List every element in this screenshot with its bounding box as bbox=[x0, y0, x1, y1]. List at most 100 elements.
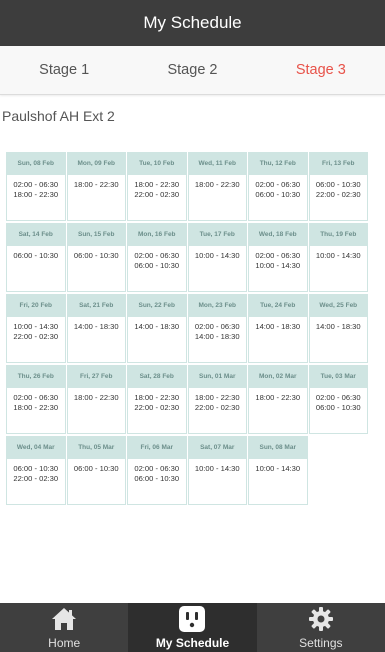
tab-stage-2[interactable]: Stage 2 bbox=[128, 46, 256, 94]
schedule-day-cell: Thu, 05 Mar 06:00 - 10:30 bbox=[66, 436, 127, 507]
schedule-day-cell: Tue, 03 Mar 02:00 - 06:30 06:00 - 10:30 bbox=[308, 365, 369, 436]
schedule-day-cell: Fri, 13 Feb 06:00 - 10:30 22:00 - 02:30 bbox=[308, 152, 369, 223]
schedule-day-cell: Fri, 06 Mar 02:00 - 06:30 06:00 - 10:30 bbox=[127, 436, 188, 507]
time-slot: 18:00 - 22:30 bbox=[13, 190, 59, 199]
time-slot: 22:00 - 02:30 bbox=[194, 403, 240, 412]
day-date: Thu, 05 Mar bbox=[66, 436, 126, 459]
schedule-day-cell: Wed, 18 Feb 02:00 - 06:30 10:00 - 14:30 bbox=[248, 223, 309, 294]
day-slots: 02:00 - 06:30 06:00 - 10:30 bbox=[127, 459, 187, 505]
day-slots: 06:00 - 10:30 bbox=[6, 246, 66, 292]
time-slot: 06:00 - 10:30 bbox=[13, 251, 59, 260]
day-slots: 02:00 - 06:30 10:00 - 14:30 bbox=[248, 246, 308, 292]
time-slot: 06:00 - 10:30 bbox=[13, 464, 59, 473]
nav-settings[interactable]: Settings bbox=[257, 603, 385, 652]
day-slots: 14:00 - 18:30 bbox=[66, 317, 126, 363]
time-slot: 06:00 - 10:30 bbox=[134, 474, 180, 483]
schedule-day-cell: Mon, 09 Feb 18:00 - 22:30 bbox=[66, 152, 127, 223]
time-slot: 18:00 - 22:30 bbox=[255, 393, 301, 402]
home-icon bbox=[50, 605, 78, 633]
time-slot: 02:00 - 06:30 bbox=[13, 180, 59, 189]
schedule-day-cell: Thu, 19 Feb 10:00 - 14:30 bbox=[308, 223, 369, 294]
nav-home-label: Home bbox=[48, 636, 81, 650]
time-slot: 02:00 - 06:30 bbox=[255, 251, 301, 260]
app-header: My Schedule bbox=[0, 0, 385, 46]
day-slots: 06:00 - 10:30 bbox=[66, 459, 126, 505]
day-slots: 14:00 - 18:30 bbox=[127, 317, 187, 363]
time-slot: 10:00 - 14:30 bbox=[315, 251, 361, 260]
day-slots: 02:00 - 06:30 06:00 - 10:30 bbox=[248, 175, 308, 221]
time-slot: 22:00 - 02:30 bbox=[13, 332, 59, 341]
day-date: Wed, 18 Feb bbox=[248, 223, 308, 246]
day-slots: 18:00 - 22:30 22:00 - 02:30 bbox=[187, 388, 247, 434]
time-slot: 14:00 - 18:30 bbox=[194, 332, 240, 341]
nav-my-schedule-label: My Schedule bbox=[155, 636, 230, 650]
day-slots: 02:00 - 06:30 06:00 - 10:30 bbox=[308, 388, 368, 434]
schedule-day-cell: Sun, 22 Feb 14:00 - 18:30 bbox=[127, 294, 188, 365]
day-slots: 18:00 - 22:30 22:00 - 02:30 bbox=[127, 388, 187, 434]
day-date: Sun, 15 Feb bbox=[66, 223, 126, 246]
nav-settings-label: Settings bbox=[299, 636, 343, 650]
schedule-day-cell: Sun, 08 Feb 02:00 - 06:30 18:00 - 22:30 bbox=[6, 152, 67, 223]
time-slot: 02:00 - 06:30 bbox=[194, 322, 240, 331]
time-slot: 06:00 - 10:30 bbox=[255, 190, 301, 199]
schedule-day-cell: Sat, 28 Feb 18:00 - 22:30 22:00 - 02:30 bbox=[127, 365, 188, 436]
time-slot: 02:00 - 06:30 bbox=[134, 251, 180, 260]
nav-home[interactable]: Home bbox=[0, 603, 128, 652]
day-slots: 10:00 - 14:30 bbox=[187, 246, 247, 292]
day-date: Tue, 10 Feb bbox=[127, 152, 187, 175]
day-date: Sun, 08 Mar bbox=[248, 436, 308, 459]
day-date: Mon, 16 Feb bbox=[127, 223, 187, 246]
day-slots: 14:00 - 18:30 bbox=[248, 317, 308, 363]
time-slot: 02:00 - 06:30 bbox=[134, 464, 180, 473]
day-slots: 10:00 - 14:30 22:00 - 02:30 bbox=[6, 317, 66, 363]
day-slots: 06:00 - 10:30 22:00 - 02:30 bbox=[6, 459, 66, 505]
day-slots: 06:00 - 10:30 bbox=[66, 246, 126, 292]
day-date: Tue, 24 Feb bbox=[248, 294, 308, 317]
page-title: My Schedule bbox=[143, 13, 242, 32]
time-slot: 18:00 - 22:30 bbox=[194, 393, 240, 402]
time-slot: 22:00 - 02:30 bbox=[134, 403, 180, 412]
time-slot: 10:00 - 14:30 bbox=[194, 251, 240, 260]
time-slot: 18:00 - 22:30 bbox=[134, 393, 180, 402]
tab-stage-3[interactable]: Stage 3 bbox=[257, 46, 385, 94]
day-date: Fri, 27 Feb bbox=[66, 365, 126, 388]
day-date: Thu, 19 Feb bbox=[308, 223, 368, 246]
schedule-day-cell: Sat, 07 Mar 10:00 - 14:30 bbox=[187, 436, 248, 507]
time-slot: 14:00 - 18:30 bbox=[255, 322, 301, 331]
nav-my-schedule[interactable]: My Schedule bbox=[128, 603, 257, 652]
gear-icon bbox=[307, 605, 335, 633]
area-name: Paulshof AH Ext 2 bbox=[2, 108, 115, 124]
time-slot: 02:00 - 06:30 bbox=[255, 180, 301, 189]
day-date: Fri, 13 Feb bbox=[308, 152, 368, 175]
day-slots: 18:00 - 22:30 bbox=[248, 388, 308, 434]
schedule-grid: Sun, 08 Feb 02:00 - 06:30 18:00 - 22:30 Mon… bbox=[6, 152, 369, 507]
day-slots: 18:00 - 22:30 bbox=[66, 175, 126, 221]
time-slot: 10:00 - 14:30 bbox=[255, 261, 301, 270]
power-socket-icon bbox=[178, 605, 206, 633]
day-date: Mon, 02 Mar bbox=[248, 365, 308, 388]
time-slot: 06:00 - 10:30 bbox=[134, 261, 180, 270]
stage-tabs: Stage 1 Stage 2 Stage 3 bbox=[0, 46, 385, 95]
tab-stage-1[interactable]: Stage 1 bbox=[0, 46, 128, 94]
schedule-day-cell: Wed, 25 Feb 14:00 - 18:30 bbox=[308, 294, 369, 365]
day-slots: 18:00 - 22:30 bbox=[187, 175, 247, 221]
day-slots: 02:00 - 06:30 18:00 - 22:30 bbox=[6, 388, 66, 434]
time-slot: 02:00 - 06:30 bbox=[13, 393, 59, 402]
day-date: Mon, 09 Feb bbox=[66, 152, 126, 175]
schedule-day-cell: Tue, 10 Feb 18:00 - 22:30 22:00 - 02:30 bbox=[127, 152, 188, 223]
time-slot: 14:00 - 18:30 bbox=[73, 322, 119, 331]
day-date: Mon, 23 Feb bbox=[187, 294, 247, 317]
schedule-day-cell: Sat, 21 Feb 14:00 - 18:30 bbox=[66, 294, 127, 365]
day-slots: 14:00 - 18:30 bbox=[308, 317, 368, 363]
day-date: Wed, 04 Mar bbox=[6, 436, 66, 459]
schedule-day-cell: Mon, 02 Mar 18:00 - 22:30 bbox=[248, 365, 309, 436]
day-date: Fri, 20 Feb bbox=[6, 294, 66, 317]
day-date: Tue, 17 Feb bbox=[187, 223, 247, 246]
day-date: Sat, 14 Feb bbox=[6, 223, 66, 246]
schedule-day-cell: Tue, 24 Feb 14:00 - 18:30 bbox=[248, 294, 309, 365]
schedule-day-cell: Fri, 20 Feb 10:00 - 14:30 22:00 - 02:30 bbox=[6, 294, 67, 365]
time-slot: 10:00 - 14:30 bbox=[13, 322, 59, 331]
schedule-day-cell: Wed, 04 Mar 06:00 - 10:30 22:00 - 02:30 bbox=[6, 436, 67, 507]
day-slots: 02:00 - 06:30 06:00 - 10:30 bbox=[127, 246, 187, 292]
day-date: Sun, 08 Feb bbox=[6, 152, 66, 175]
